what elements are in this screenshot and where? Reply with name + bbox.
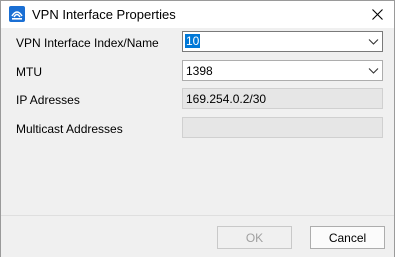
multicast-addresses-field xyxy=(182,117,383,138)
mtu-combobox[interactable]: 1398 xyxy=(182,60,383,81)
title-bar: VPN Interface Properties xyxy=(1,1,394,28)
vpn-interface-index-label: VPN Interface Index/Name xyxy=(16,36,159,50)
chevron-down-icon[interactable] xyxy=(368,65,379,76)
dialog-footer: OK Cancel xyxy=(1,215,394,257)
chevron-down-icon[interactable] xyxy=(368,36,379,47)
cancel-button[interactable]: Cancel xyxy=(310,226,385,249)
ok-button[interactable]: OK xyxy=(217,226,292,249)
close-button[interactable] xyxy=(361,1,394,28)
mtu-value: 1398 xyxy=(186,64,213,78)
window-title: VPN Interface Properties xyxy=(32,7,176,22)
ip-addresses-label: IP Adresses xyxy=(16,93,80,107)
ip-addresses-field: 169.254.0.2/30 xyxy=(182,88,383,109)
multicast-addresses-label: Multicast Addresses xyxy=(16,122,123,136)
mtu-label: MTU xyxy=(16,65,42,79)
vpn-interface-index-combobox[interactable]: 10 xyxy=(182,31,383,52)
vpn-interface-index-value: 10 xyxy=(185,34,201,48)
close-icon xyxy=(372,9,383,20)
vpn-app-icon xyxy=(9,6,25,22)
vpn-interface-properties-dialog: VPN Interface Properties VPN Interface I… xyxy=(0,0,395,257)
ip-addresses-value: 169.254.0.2/30 xyxy=(186,92,267,106)
